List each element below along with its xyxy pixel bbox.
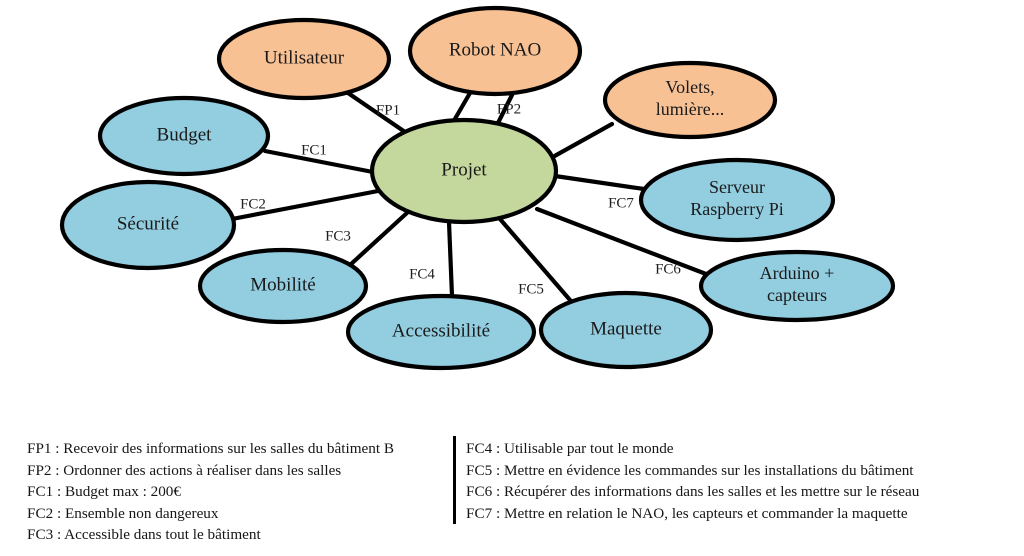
edge-label-fp1: FP1 <box>376 102 400 118</box>
edge-label-fc3: FC3 <box>325 228 351 244</box>
node-label: Mobilité <box>250 274 315 295</box>
legend-right-item: FC7 : Mettre en relation le NAO, les cap… <box>466 504 908 522</box>
node-label: Arduino + <box>760 263 835 283</box>
legend-divider <box>453 436 456 524</box>
node-accessibilite[interactable]: Accessibilité <box>345 293 537 371</box>
node-securite[interactable]: Sécurité <box>59 179 237 271</box>
legend-left-item: FP2 : Ordonner des actions à réaliser da… <box>27 461 342 479</box>
edge-label-fc6: FC6 <box>655 261 681 277</box>
node-volets-lumiere[interactable]: Volets,lumière... <box>602 60 778 140</box>
edge-label-fc4: FC4 <box>409 266 435 282</box>
node-label: Budget <box>157 124 213 145</box>
node-maquette[interactable]: Maquette <box>538 290 714 370</box>
center-node-group: Projet <box>369 117 559 225</box>
edge-label-fc1: FC1 <box>301 142 327 158</box>
legend-left-item: FC1 : Budget max : 200€ <box>27 483 181 500</box>
node-budget[interactable]: Budget <box>97 95 271 177</box>
node-arduino-capteurs[interactable]: Arduino +capteurs <box>698 249 896 323</box>
node-label: Raspberry Pi <box>690 199 784 219</box>
edge-fc3 <box>347 209 411 268</box>
edge-fc4 <box>446 219 455 299</box>
legend-left-item: FC2 : Ensemble non dangereux <box>27 504 219 522</box>
legend: FP1 : Recevoir des informations sur les … <box>0 400 1024 556</box>
node-mobilite[interactable]: Mobilité <box>197 247 369 325</box>
center-node-projet[interactable]: Projet <box>369 117 559 225</box>
edge-fc7 <box>552 173 647 192</box>
node-label: Sécurité <box>117 213 179 234</box>
legend-right-item: FC4 : Utilisable par tout le monde <box>466 440 674 457</box>
edge-label-fc5: FC5 <box>518 281 544 297</box>
node-label: Maquette <box>590 318 662 339</box>
diagram-canvas: Utilisateur Robot NAO Volets,lumière... Ser… <box>59 5 896 371</box>
diagram-page: Utilisateur Robot NAO Volets, lumière... Ser… <box>0 0 1024 556</box>
node-label: capteurs <box>767 285 827 305</box>
node-label: Volets, <box>665 77 714 97</box>
legend-left-item: FC3 : Accessible dans tout le bâtiment <box>27 526 261 543</box>
edge-volets-link <box>548 121 615 161</box>
octopus-diagram: Utilisateur Robot NAO Volets, lumière... Ser… <box>0 0 1024 400</box>
node-label: Robot NAO <box>449 39 541 60</box>
node-serveur-raspberry-pi[interactable]: ServeurRaspberry Pi <box>638 157 836 243</box>
node-label: Utilisateur <box>264 47 345 68</box>
node-label: lumière... <box>656 99 724 119</box>
edge-label-fc7: FC7 <box>608 195 634 211</box>
node-utilisateur[interactable]: Utilisateur <box>216 17 392 101</box>
edge-label-fc2: FC2 <box>240 196 266 212</box>
legend-right-item: FC6 : Récupérer des informations dans le… <box>466 483 920 500</box>
node-label: Accessibilité <box>392 320 490 341</box>
legend-column-right: FC4 : Utilisable par tout le monde FC5 : … <box>466 438 919 524</box>
edge-label-fp2: FP2 <box>497 101 521 117</box>
legend-right-item: FC5 : Mettre en évidence les commandes s… <box>466 461 914 479</box>
node-label: Projet <box>441 159 487 180</box>
node-robot-nao[interactable]: Robot NAO <box>407 5 583 97</box>
legend-left-item: FP1 : Recevoir des informations sur les … <box>27 440 394 457</box>
legend-column-left: FP1 : Recevoir des informations sur les … <box>27 438 394 546</box>
node-label: Serveur <box>709 177 765 197</box>
